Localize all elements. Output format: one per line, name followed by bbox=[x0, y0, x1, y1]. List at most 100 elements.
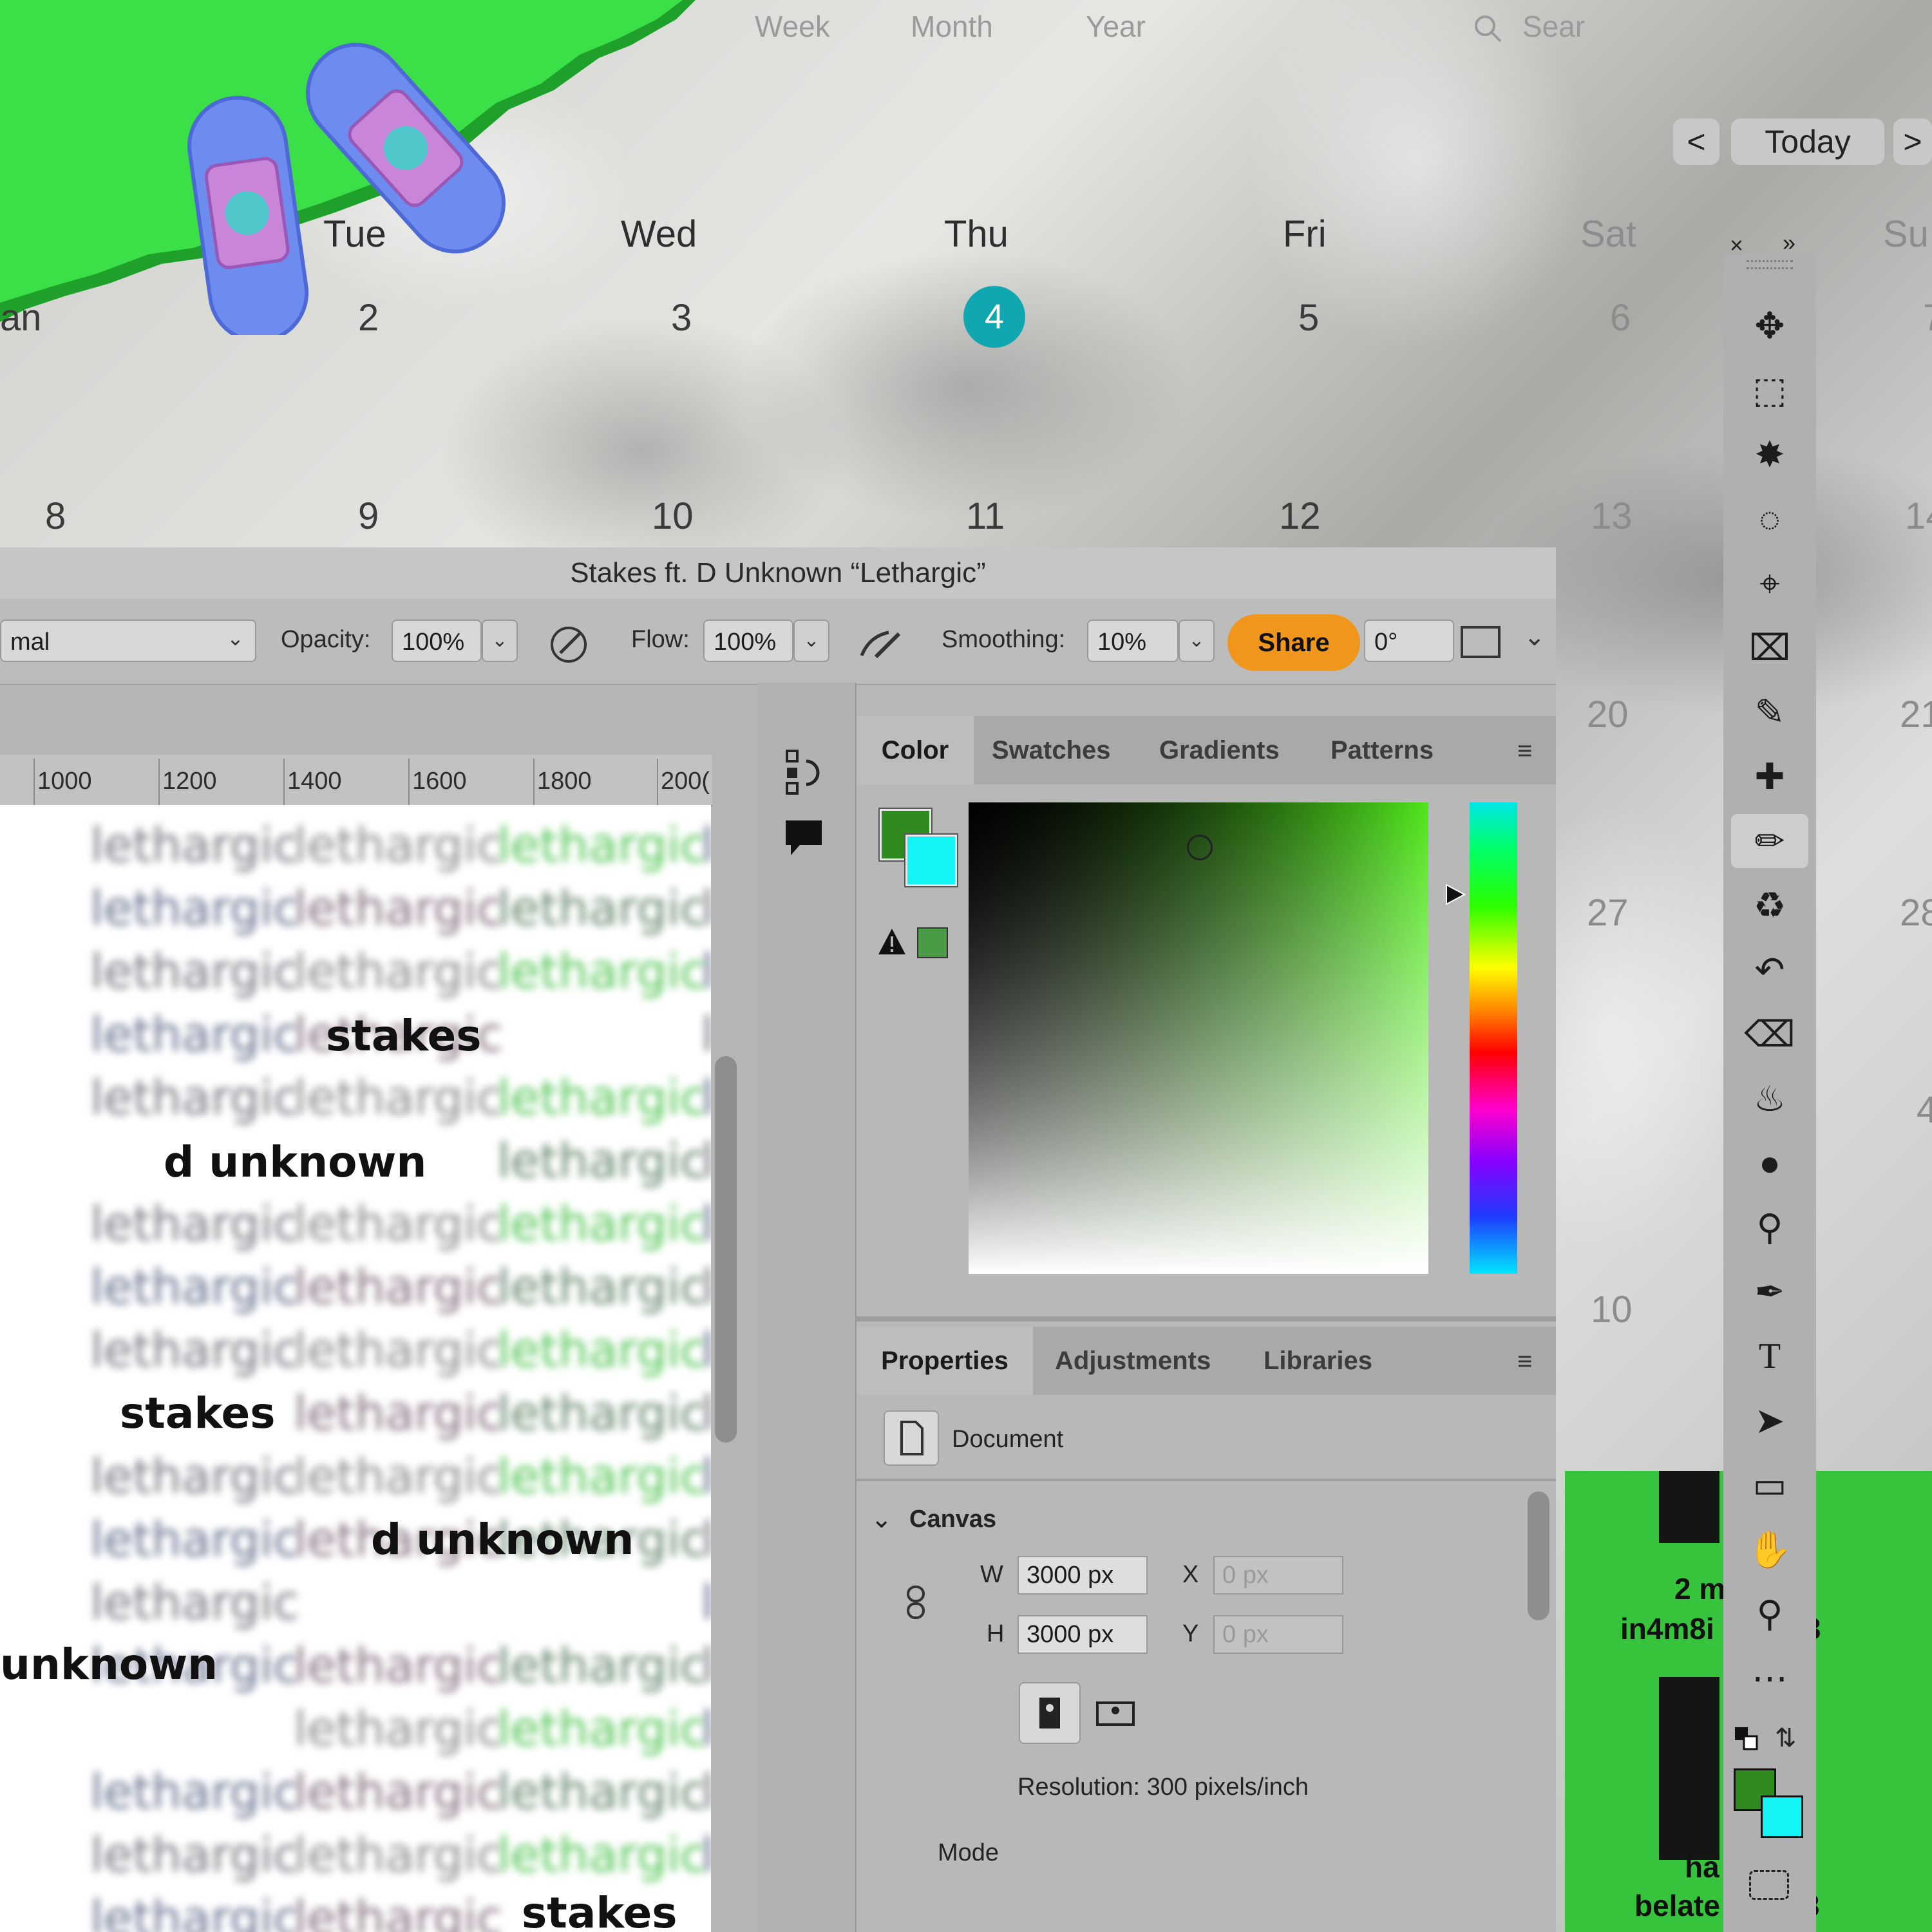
path-selection-tool-icon[interactable]: ➤ bbox=[1731, 1394, 1808, 1448]
pen-tool-icon[interactable]: ✒ bbox=[1731, 1265, 1808, 1319]
type-tool-icon[interactable]: T bbox=[1731, 1329, 1808, 1383]
airbrush-icon[interactable] bbox=[857, 623, 904, 666]
symmetry-icon[interactable] bbox=[1461, 626, 1501, 658]
dodge-tool-icon[interactable]: ⚲ bbox=[1731, 1200, 1808, 1255]
background-color-swatch[interactable] bbox=[904, 833, 958, 887]
marquee-tool-icon[interactable]: ⬚ bbox=[1731, 363, 1808, 417]
date-cell[interactable]: 12 bbox=[1279, 495, 1321, 538]
tab-adjustments[interactable]: Adjustments bbox=[1055, 1327, 1211, 1395]
zoom-tool-icon[interactable]: ⚲ bbox=[1731, 1587, 1808, 1641]
view-month[interactable]: Month bbox=[911, 9, 993, 44]
date-cell[interactable]: 2 bbox=[358, 296, 379, 339]
hue-slider-handle[interactable] bbox=[1445, 884, 1466, 905]
blend-mode-select[interactable]: mal bbox=[0, 620, 256, 662]
properties-scrollbar[interactable] bbox=[1528, 1492, 1549, 1620]
default-colors-icon[interactable] bbox=[1734, 1726, 1759, 1752]
lasso-tool-icon[interactable]: ✸ bbox=[1731, 428, 1808, 482]
expand-icon[interactable]: » bbox=[1783, 229, 1795, 256]
flow-field[interactable]: 100% bbox=[703, 620, 793, 662]
smoothing-field[interactable]: 10% bbox=[1087, 620, 1179, 662]
view-year[interactable]: Year bbox=[1086, 9, 1146, 44]
tab-gradients[interactable]: Gradients bbox=[1159, 716, 1280, 784]
drag-handle[interactable] bbox=[1747, 260, 1793, 269]
quick-selection-tool-icon[interactable]: ◌ bbox=[1731, 492, 1808, 546]
blur-tool-icon[interactable]: ● bbox=[1731, 1136, 1808, 1190]
date-cell[interactable]: 3 bbox=[671, 296, 692, 339]
portrait-orientation-button[interactable] bbox=[1019, 1682, 1081, 1744]
frame-tool-icon[interactable]: ⌧ bbox=[1731, 621, 1808, 675]
today-date-badge[interactable]: 4 bbox=[963, 286, 1025, 348]
landscape-orientation-button[interactable] bbox=[1092, 1682, 1139, 1744]
document-canvas[interactable]: lethargiclethargiclethargiclethargicleth… bbox=[0, 805, 711, 1932]
thumbnail-image[interactable] bbox=[1659, 1471, 1719, 1543]
chevron-down-icon[interactable]: ⌄ bbox=[1524, 622, 1546, 652]
canvas-scrollbar[interactable] bbox=[715, 1056, 737, 1443]
eyedropper-tool-icon[interactable]: ✎ bbox=[1731, 685, 1808, 739]
paint-bucket-tool-icon[interactable]: ♨ bbox=[1731, 1072, 1808, 1126]
tab-libraries[interactable]: Libraries bbox=[1264, 1327, 1372, 1395]
more-tools-icon[interactable]: ⋯ bbox=[1731, 1651, 1808, 1705]
tab-properties[interactable]: Properties bbox=[857, 1327, 1033, 1395]
view-week[interactable]: Week bbox=[755, 9, 830, 44]
panel-menu-icon[interactable]: ≡ bbox=[1517, 737, 1532, 766]
gamut-warning-swatch[interactable] bbox=[917, 927, 948, 958]
hand-tool-icon[interactable]: ✋ bbox=[1731, 1522, 1808, 1577]
history-icon[interactable] bbox=[784, 748, 824, 796]
date-cell[interactable]: 11 bbox=[966, 495, 1005, 538]
date-cell[interactable]: 10 bbox=[1591, 1288, 1633, 1331]
tab-color[interactable]: Color bbox=[857, 716, 974, 784]
canvas-filler-word: lethargic bbox=[701, 1260, 711, 1315]
toolbar-background-swatch[interactable] bbox=[1761, 1795, 1803, 1838]
thumbnail-image[interactable] bbox=[1659, 1677, 1719, 1860]
date-cell[interactable]: 7 bbox=[1923, 296, 1932, 339]
height-field[interactable]: 3000 px bbox=[1018, 1615, 1148, 1654]
pressure-opacity-icon[interactable] bbox=[547, 623, 590, 666]
search-input[interactable]: Sear bbox=[1522, 9, 1585, 44]
date-cell[interactable]: an bbox=[0, 296, 42, 339]
brush-tool-icon[interactable]: ✏ bbox=[1731, 814, 1808, 868]
date-cell[interactable]: 14 bbox=[1905, 495, 1932, 538]
opacity-field[interactable]: 100% bbox=[392, 620, 482, 662]
hue-slider[interactable] bbox=[1470, 802, 1517, 1274]
clone-stamp-tool-icon[interactable]: ♻ bbox=[1731, 878, 1808, 933]
width-field[interactable]: 3000 px bbox=[1018, 1556, 1148, 1595]
share-button[interactable]: Share bbox=[1227, 614, 1360, 671]
prev-button[interactable]: < bbox=[1673, 118, 1719, 165]
date-cell[interactable]: 27 bbox=[1587, 891, 1629, 934]
comments-icon[interactable] bbox=[783, 818, 824, 858]
today-button[interactable]: Today bbox=[1731, 118, 1884, 165]
flow-dropdown[interactable]: ⌄ bbox=[793, 620, 829, 662]
date-cell[interactable]: 13 bbox=[1591, 495, 1633, 538]
date-cell[interactable]: 5 bbox=[1298, 296, 1319, 339]
rectangle-tool-icon[interactable]: ▭ bbox=[1731, 1458, 1808, 1512]
date-cell[interactable]: 4 bbox=[1917, 1088, 1932, 1132]
x-field[interactable]: 0 px bbox=[1213, 1556, 1343, 1595]
date-cell[interactable]: 10 bbox=[652, 495, 694, 538]
y-field[interactable]: 0 px bbox=[1213, 1615, 1343, 1654]
opacity-dropdown[interactable]: ⌄ bbox=[482, 620, 518, 662]
panel-menu-icon[interactable]: ≡ bbox=[1517, 1347, 1532, 1376]
date-cell[interactable]: 8 bbox=[45, 495, 66, 538]
link-icon[interactable] bbox=[904, 1584, 927, 1620]
smoothing-dropdown[interactable]: ⌄ bbox=[1179, 620, 1215, 662]
color-picker-handle[interactable] bbox=[1187, 835, 1213, 860]
chevron-down-icon[interactable]: ⌄ bbox=[871, 1504, 893, 1534]
date-cell[interactable]: 28 bbox=[1900, 891, 1932, 934]
tab-swatches[interactable]: Swatches bbox=[992, 716, 1111, 784]
move-tool-icon[interactable]: ✥ bbox=[1731, 299, 1808, 353]
crop-tool-icon[interactable]: ⌖ bbox=[1731, 556, 1808, 611]
swap-colors-icon[interactable]: ⇅ bbox=[1775, 1723, 1797, 1753]
date-cell[interactable]: 20 bbox=[1587, 693, 1629, 736]
date-cell[interactable]: 9 bbox=[358, 495, 379, 538]
canvas-section-title[interactable]: Canvas bbox=[909, 1506, 996, 1533]
next-button[interactable]: > bbox=[1893, 118, 1932, 165]
close-icon[interactable]: × bbox=[1730, 232, 1743, 259]
date-cell[interactable]: 21 bbox=[1900, 693, 1932, 736]
angle-field[interactable]: 0° bbox=[1364, 620, 1454, 662]
history-brush-tool-icon[interactable]: ↶ bbox=[1731, 943, 1808, 997]
healing-brush-tool-icon[interactable]: ✚ bbox=[1731, 750, 1808, 804]
eraser-tool-icon[interactable]: ⌫ bbox=[1731, 1007, 1808, 1061]
date-cell[interactable]: 6 bbox=[1610, 296, 1631, 339]
quick-mask-icon[interactable] bbox=[1749, 1870, 1789, 1900]
tab-patterns[interactable]: Patterns bbox=[1331, 716, 1434, 784]
